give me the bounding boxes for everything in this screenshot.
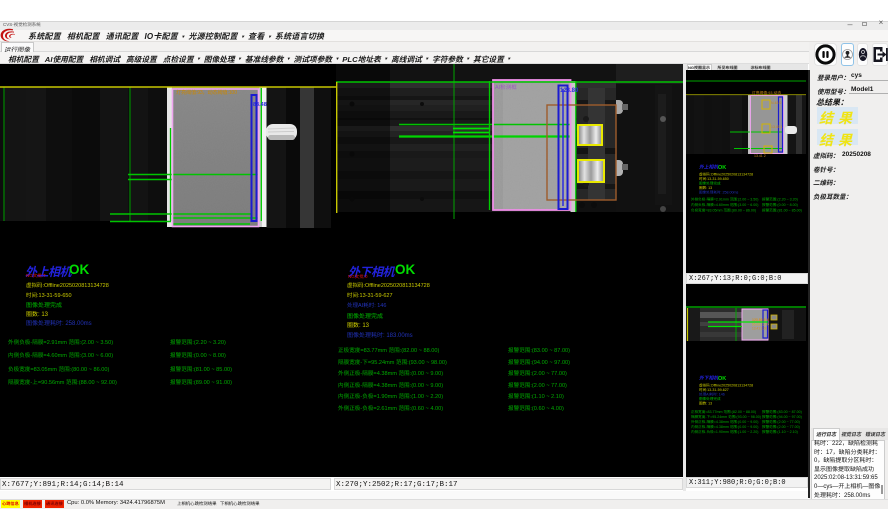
svg-text:报警范围:(81.00 ~ 85.00): 报警范围:(81.00 ~ 85.00) — [762, 208, 802, 213]
svg-text:隔膜宽度-下=95.24mm 范围:(93.00 ~ 98.: 隔膜宽度-下=95.24mm 范围:(93.00 ~ 98.00) — [691, 414, 761, 419]
svg-text:123.80 8:4: 123.80 8:4 — [752, 318, 769, 322]
svg-text:报警范围:(2.00 ~ 77.00): 报警范围:(2.00 ~ 77.00) — [762, 419, 800, 424]
svg-text:时间:13-31-59-650: 时间:13-31-59-650 — [699, 177, 729, 181]
svg-text:报警范围:(1.10 ~ 2.10): 报警范围:(1.10 ~ 2.10) — [762, 429, 798, 434]
svg-text:时间:13-31-59-627: 时间:13-31-59-627 — [699, 388, 729, 392]
svg-text:负极宽度=83.05mm 范围:(80.00 ~ 86.00: 负极宽度=83.05mm 范围:(80.00 ~ 86.00) — [691, 208, 756, 213]
svg-text:内侧负极-隔膜=4.60mm 范围:(3.00 ~ 6.00: 内侧负极-隔膜=4.60mm 范围:(3.00 ~ 6.00) — [691, 202, 759, 207]
svg-text:内侧正极-负极=1.90mm 范围:(1.00 ~ 2.20: 内侧正极-负极=1.90mm 范围:(1.00 ~ 2.20) — [691, 429, 759, 434]
svg-text:处理AI耗时: 146: 处理AI耗时: 146 — [699, 392, 725, 397]
svg-text:内侧正极-隔膜=4.38mm 范围:(0.00 ~ 9.00: 内侧正极-隔膜=4.38mm 范围:(0.00 ~ 9.00) — [691, 424, 759, 429]
svg-text:报警范围:(2.00 ~ 77.00): 报警范围:(2.00 ~ 77.00) — [762, 424, 800, 429]
svg-text:OK: OK — [718, 376, 726, 382]
svg-text:报警范围:(83.00 ~ 87.00): 报警范围:(83.00 ~ 87.00) — [762, 409, 802, 414]
svg-text:图像处理完成: 图像处理完成 — [699, 181, 721, 186]
svg-text:图像处理完成: 图像处理完成 — [699, 396, 721, 401]
svg-text:13.41 2.08: 13.41 2.08 — [752, 327, 767, 331]
svg-text:13.40 1: 13.40 1 — [771, 125, 783, 129]
svg-text:圈数: 13: 圈数: 13 — [699, 185, 712, 190]
svg-text:报警范围:(2.20 ~ 3.20): 报警范围:(2.20 ~ 3.20) — [762, 197, 798, 202]
svg-text:圈数: 13: 圈数: 13 — [699, 401, 712, 406]
svg-text:报警范围:(0.00 ~ 8.00): 报警范围:(0.00 ~ 8.00) — [762, 202, 798, 207]
svg-text:正极宽度=83.77mm 范围:(82.00 ~ 88.00: 正极宽度=83.77mm 范围:(82.00 ~ 88.00) — [691, 409, 756, 414]
svg-text:N.48 0: N.48 0 — [771, 101, 781, 105]
svg-text:13.41 2: 13.41 2 — [754, 154, 766, 158]
svg-text:OK: OK — [718, 165, 726, 171]
svg-text:报警范围:(94.00 ~ 97.00): 报警范围:(94.00 ~ 97.00) — [762, 414, 802, 419]
svg-text:虚拟码:Offline2025020813134728: 虚拟码:Offline2025020813134728 — [699, 383, 753, 388]
svg-text:图像处理耗时: 258.00ms: 图像处理耗时: 258.00ms — [699, 190, 739, 195]
svg-text:外下相机: 外下相机 — [699, 375, 719, 382]
svg-text:外上相机: 外上相机 — [699, 164, 719, 171]
svg-text:灯亮阈值:93 动态: 灯亮阈值:93 动态 — [752, 90, 781, 95]
svg-text:外侧正极-隔膜=4.38mm 范围:(0.00 ~ 9.00: 外侧正极-隔膜=4.38mm 范围:(0.00 ~ 9.00) — [691, 419, 759, 424]
svg-text:虚拟码:Offline2025020813134728: 虚拟码:Offline2025020813134728 — [699, 172, 753, 177]
svg-text:外侧负极-隔膜=2.91mm 范围:(2.00 ~ 3.50: 外侧负极-隔膜=2.91mm 范围:(2.00 ~ 3.50) — [691, 197, 759, 202]
